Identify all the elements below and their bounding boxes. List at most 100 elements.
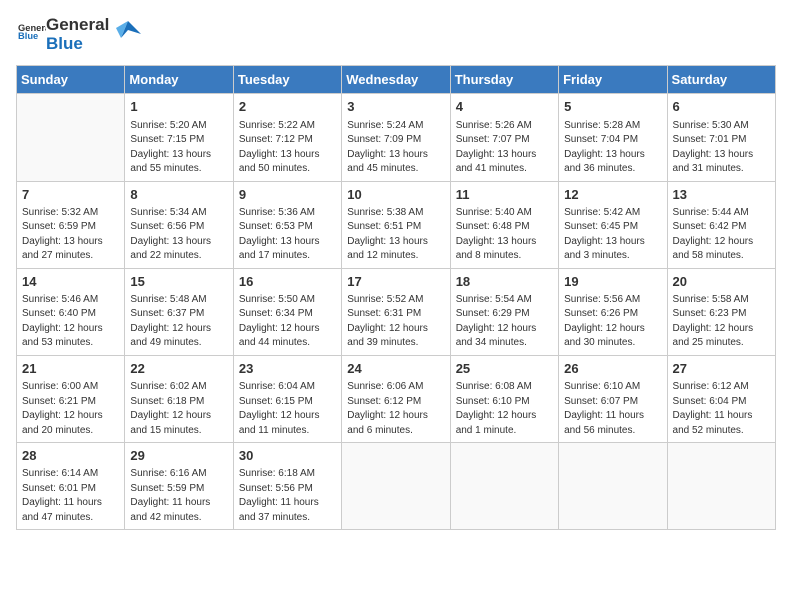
day-info: Sunrise: 5:52 AMSunset: 6:31 PMDaylight:… <box>347 293 444 351</box>
day-info: Sunrise: 6:18 AMSunset: 5:56 PMDaylight:… <box>239 467 336 525</box>
calendar-day-cell: 5 Sunrise: 5:28 AMSunset: 7:04 PMDaylight… <box>559 94 667 181</box>
calendar-day-cell: 15 Sunrise: 5:48 AMSunset: 6:37 PMDayligh… <box>125 268 233 355</box>
day-info: Sunrise: 5:38 AMSunset: 6:51 PMDaylight:… <box>347 206 444 264</box>
day-number: 18 <box>456 273 553 291</box>
day-number: 20 <box>673 273 770 291</box>
logo-wordmark: General Blue <box>46 16 109 53</box>
day-number: 19 <box>564 273 661 291</box>
calendar-day-cell: 30 Sunrise: 6:18 AMSunset: 5:56 PMDayligh… <box>233 443 341 530</box>
day-number: 12 <box>564 186 661 204</box>
calendar-day-cell <box>559 443 667 530</box>
calendar-day-cell: 11 Sunrise: 5:40 AMSunset: 6:48 PMDayligh… <box>450 181 558 268</box>
day-number: 10 <box>347 186 444 204</box>
day-of-week-header: Thursday <box>450 66 558 94</box>
calendar-day-cell: 4 Sunrise: 5:26 AMSunset: 7:07 PMDaylight… <box>450 94 558 181</box>
calendar-day-cell <box>342 443 450 530</box>
day-info: Sunrise: 5:46 AMSunset: 6:40 PMDaylight:… <box>22 293 119 351</box>
day-info: Sunrise: 5:58 AMSunset: 6:23 PMDaylight:… <box>673 293 770 351</box>
calendar-week-row: 14 Sunrise: 5:46 AMSunset: 6:40 PMDayligh… <box>17 268 776 355</box>
day-info: Sunrise: 6:04 AMSunset: 6:15 PMDaylight:… <box>239 380 336 438</box>
day-number: 5 <box>564 98 661 116</box>
calendar-table: SundayMondayTuesdayWednesdayThursdayFrid… <box>16 65 776 530</box>
day-info: Sunrise: 5:34 AMSunset: 6:56 PMDaylight:… <box>130 206 227 264</box>
day-info: Sunrise: 6:08 AMSunset: 6:10 PMDaylight:… <box>456 380 553 438</box>
day-info: Sunrise: 6:12 AMSunset: 6:04 PMDaylight:… <box>673 380 770 438</box>
calendar-day-cell: 23 Sunrise: 6:04 AMSunset: 6:15 PMDayligh… <box>233 355 341 442</box>
day-info: Sunrise: 5:56 AMSunset: 6:26 PMDaylight:… <box>564 293 661 351</box>
calendar-day-cell: 12 Sunrise: 5:42 AMSunset: 6:45 PMDayligh… <box>559 181 667 268</box>
day-of-week-header: Sunday <box>17 66 125 94</box>
calendar-day-cell: 25Sunrise: 6:08 AMSunset: 6:10 PMDayligh… <box>450 355 558 442</box>
day-of-week-header: Wednesday <box>342 66 450 94</box>
calendar-day-cell: 9 Sunrise: 5:36 AMSunset: 6:53 PMDaylight… <box>233 181 341 268</box>
day-of-week-header: Tuesday <box>233 66 341 94</box>
day-info: Sunrise: 5:20 AMSunset: 7:15 PMDaylight:… <box>130 119 227 177</box>
calendar-day-cell <box>667 443 775 530</box>
day-number: 9 <box>239 186 336 204</box>
logo-text: General Blue <box>16 21 46 48</box>
calendar-day-cell: 13 Sunrise: 5:44 AMSunset: 6:42 PMDayligh… <box>667 181 775 268</box>
calendar-day-cell: 29 Sunrise: 6:16 AMSunset: 5:59 PMDayligh… <box>125 443 233 530</box>
calendar-day-cell: 1 Sunrise: 5:20 AMSunset: 7:15 PMDaylight… <box>125 94 233 181</box>
calendar-day-cell: 18 Sunrise: 5:54 AMSunset: 6:29 PMDayligh… <box>450 268 558 355</box>
calendar-week-row: 7Sunrise: 5:32 AMSunset: 6:59 PMDaylight… <box>17 181 776 268</box>
header: General Blue General Blue <box>16 16 776 53</box>
day-number: 15 <box>130 273 227 291</box>
day-number: 8 <box>130 186 227 204</box>
calendar-day-cell: 17 Sunrise: 5:52 AMSunset: 6:31 PMDayligh… <box>342 268 450 355</box>
day-number: 1 <box>130 98 227 116</box>
calendar-day-cell: 28 Sunrise: 6:14 AMSunset: 6:01 PMDayligh… <box>17 443 125 530</box>
calendar-day-cell: 14 Sunrise: 5:46 AMSunset: 6:40 PMDayligh… <box>17 268 125 355</box>
day-info: Sunrise: 5:22 AMSunset: 7:12 PMDaylight:… <box>239 119 336 177</box>
day-info: Sunrise: 5:30 AMSunset: 7:01 PMDaylight:… <box>673 119 770 177</box>
day-info: Sunrise: 5:26 AMSunset: 7:07 PMDaylight:… <box>456 119 553 177</box>
day-info: Sunrise: 6:02 AMSunset: 6:18 PMDaylight:… <box>130 380 227 438</box>
calendar-day-cell: 8 Sunrise: 5:34 AMSunset: 6:56 PMDaylight… <box>125 181 233 268</box>
calendar-day-cell: 24Sunrise: 6:06 AMSunset: 6:12 PMDayligh… <box>342 355 450 442</box>
day-of-week-header: Friday <box>559 66 667 94</box>
calendar-week-row: 1 Sunrise: 5:20 AMSunset: 7:15 PMDaylight… <box>17 94 776 181</box>
day-number: 27 <box>673 360 770 378</box>
day-of-week-header: Saturday <box>667 66 775 94</box>
day-number: 11 <box>456 186 553 204</box>
day-info: Sunrise: 5:54 AMSunset: 6:29 PMDaylight:… <box>456 293 553 351</box>
day-info: Sunrise: 5:24 AMSunset: 7:09 PMDaylight:… <box>347 119 444 177</box>
day-info: Sunrise: 5:28 AMSunset: 7:04 PMDaylight:… <box>564 119 661 177</box>
calendar-day-cell: 16 Sunrise: 5:50 AMSunset: 6:34 PMDayligh… <box>233 268 341 355</box>
day-info: Sunrise: 5:40 AMSunset: 6:48 PMDaylight:… <box>456 206 553 264</box>
day-number: 22 <box>130 360 227 378</box>
calendar-week-row: 21Sunrise: 6:00 AMSunset: 6:21 PMDayligh… <box>17 355 776 442</box>
day-info: Sunrise: 5:42 AMSunset: 6:45 PMDaylight:… <box>564 206 661 264</box>
day-number: 16 <box>239 273 336 291</box>
day-number: 28 <box>22 447 119 465</box>
day-number: 29 <box>130 447 227 465</box>
calendar-day-cell: 27 Sunrise: 6:12 AMSunset: 6:04 PMDayligh… <box>667 355 775 442</box>
day-info: Sunrise: 5:48 AMSunset: 6:37 PMDaylight:… <box>130 293 227 351</box>
calendar-day-cell: 3Sunrise: 5:24 AMSunset: 7:09 PMDaylight… <box>342 94 450 181</box>
day-of-week-header: Monday <box>125 66 233 94</box>
day-number: 14 <box>22 273 119 291</box>
day-info: Sunrise: 5:44 AMSunset: 6:42 PMDaylight:… <box>673 206 770 264</box>
day-info: Sunrise: 6:00 AMSunset: 6:21 PMDaylight:… <box>22 380 119 438</box>
day-info: Sunrise: 6:14 AMSunset: 6:01 PMDaylight:… <box>22 467 119 525</box>
logo: General Blue General Blue <box>16 16 143 53</box>
calendar-day-cell: 7Sunrise: 5:32 AMSunset: 6:59 PMDaylight… <box>17 181 125 268</box>
logo-blue: Blue <box>46 35 109 54</box>
day-number: 4 <box>456 98 553 116</box>
day-number: 23 <box>239 360 336 378</box>
day-info: Sunrise: 6:16 AMSunset: 5:59 PMDaylight:… <box>130 467 227 525</box>
calendar-day-cell: 21Sunrise: 6:00 AMSunset: 6:21 PMDayligh… <box>17 355 125 442</box>
calendar-day-cell: 2Sunrise: 5:22 AMSunset: 7:12 PMDaylight… <box>233 94 341 181</box>
logo-general: General <box>46 16 109 35</box>
day-number: 13 <box>673 186 770 204</box>
day-number: 24 <box>347 360 444 378</box>
day-info: Sunrise: 5:50 AMSunset: 6:34 PMDaylight:… <box>239 293 336 351</box>
day-number: 30 <box>239 447 336 465</box>
day-number: 17 <box>347 273 444 291</box>
calendar-day-cell <box>17 94 125 181</box>
day-number: 7 <box>22 186 119 204</box>
calendar-day-cell: 26Sunrise: 6:10 AMSunset: 6:07 PMDayligh… <box>559 355 667 442</box>
calendar-header-row: SundayMondayTuesdayWednesdayThursdayFrid… <box>17 66 776 94</box>
day-info: Sunrise: 5:36 AMSunset: 6:53 PMDaylight:… <box>239 206 336 264</box>
calendar-day-cell: 20 Sunrise: 5:58 AMSunset: 6:23 PMDayligh… <box>667 268 775 355</box>
